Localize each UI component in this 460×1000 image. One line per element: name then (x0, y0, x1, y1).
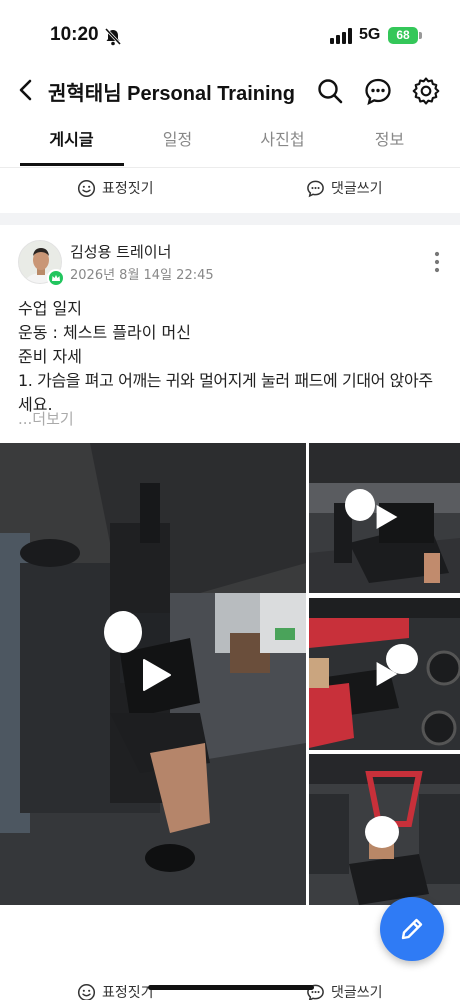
post-date: 2026년 8월 14일 22:45 (70, 268, 214, 283)
react-button[interactable]: 표정짓기 (77, 970, 154, 1000)
crown-badge-icon (47, 269, 65, 287)
post-line: 수업 일지 (18, 299, 82, 318)
battery-cap (419, 32, 422, 39)
comment-label: 댓글쓰기 (331, 985, 383, 1000)
smiley-icon (77, 983, 96, 1000)
back-arrow-icon[interactable] (14, 76, 40, 104)
react-label: 표정짓기 (102, 985, 154, 1000)
post-line: 준비 자세 (18, 347, 82, 366)
see-more-link[interactable]: ...더보기 (18, 408, 74, 429)
home-indicator[interactable] (148, 985, 314, 990)
video-thumbnail-2[interactable] (309, 443, 460, 593)
video-thumbnail-3[interactable] (309, 598, 460, 750)
face-blur-sticker (345, 489, 375, 521)
tab-posts[interactable]: 게시글 (14, 118, 129, 168)
comment-bubble-icon (307, 180, 324, 197)
play-icon[interactable] (142, 658, 172, 692)
tab-schedule[interactable]: 일정 (120, 118, 235, 168)
face-blur-sticker (104, 611, 142, 653)
pencil-icon (401, 918, 423, 940)
page-title: 권혁태님 Personal Training (48, 83, 295, 105)
post-line: 1. 가슴을 펴고 어깨는 귀와 멀어지게 눌러 패드에 기대어 앉아주 (18, 371, 433, 390)
chat-icon[interactable] (363, 76, 393, 106)
settings-gear-icon[interactable] (411, 76, 441, 106)
status-bar: 10:20 5G 68 (0, 0, 460, 64)
post-line: 운동 : 체스트 플라이 머신 (18, 323, 191, 342)
comment-label: 댓글쓰기 (331, 181, 383, 197)
author-name[interactable]: 김성용 트레이너 (70, 241, 171, 262)
tab-bar: 게시글 일정 사진첩 정보 (0, 118, 460, 168)
post-body: 수업 일지 운동 : 체스트 플라이 머신 준비 자세 1. 가슴을 펴고 어깨… (18, 297, 448, 417)
tab-info[interactable]: 정보 (332, 118, 447, 168)
previous-post-actions: 표정짓기 댓글쓰기 (0, 166, 460, 210)
post-line: 세요. (18, 395, 53, 414)
battery-level: 68 (388, 27, 418, 44)
comment-button[interactable]: 댓글쓰기 (306, 970, 383, 1000)
video-thumbnail-main[interactable] (0, 443, 306, 905)
bell-muted-icon (104, 27, 122, 46)
header: 권혁태님 Personal Training (0, 64, 460, 118)
tab-photos[interactable]: 사진첩 (225, 118, 340, 168)
react-button[interactable]: 표정짓기 (77, 166, 154, 210)
play-icon[interactable] (375, 503, 399, 531)
more-options-icon[interactable] (426, 250, 448, 274)
search-icon[interactable] (315, 76, 345, 106)
comment-button[interactable]: 댓글쓰기 (306, 166, 383, 210)
react-label: 표정짓기 (102, 181, 154, 197)
face-blur-sticker (365, 816, 399, 848)
video-thumbnail-4[interactable] (309, 754, 460, 905)
compose-button[interactable] (380, 897, 444, 961)
play-icon[interactable] (375, 660, 399, 688)
smiley-icon (77, 179, 96, 197)
section-divider (0, 213, 460, 225)
network-type: 5G (359, 26, 381, 43)
status-time: 10:20 (50, 24, 99, 45)
signal-icon (330, 28, 352, 44)
